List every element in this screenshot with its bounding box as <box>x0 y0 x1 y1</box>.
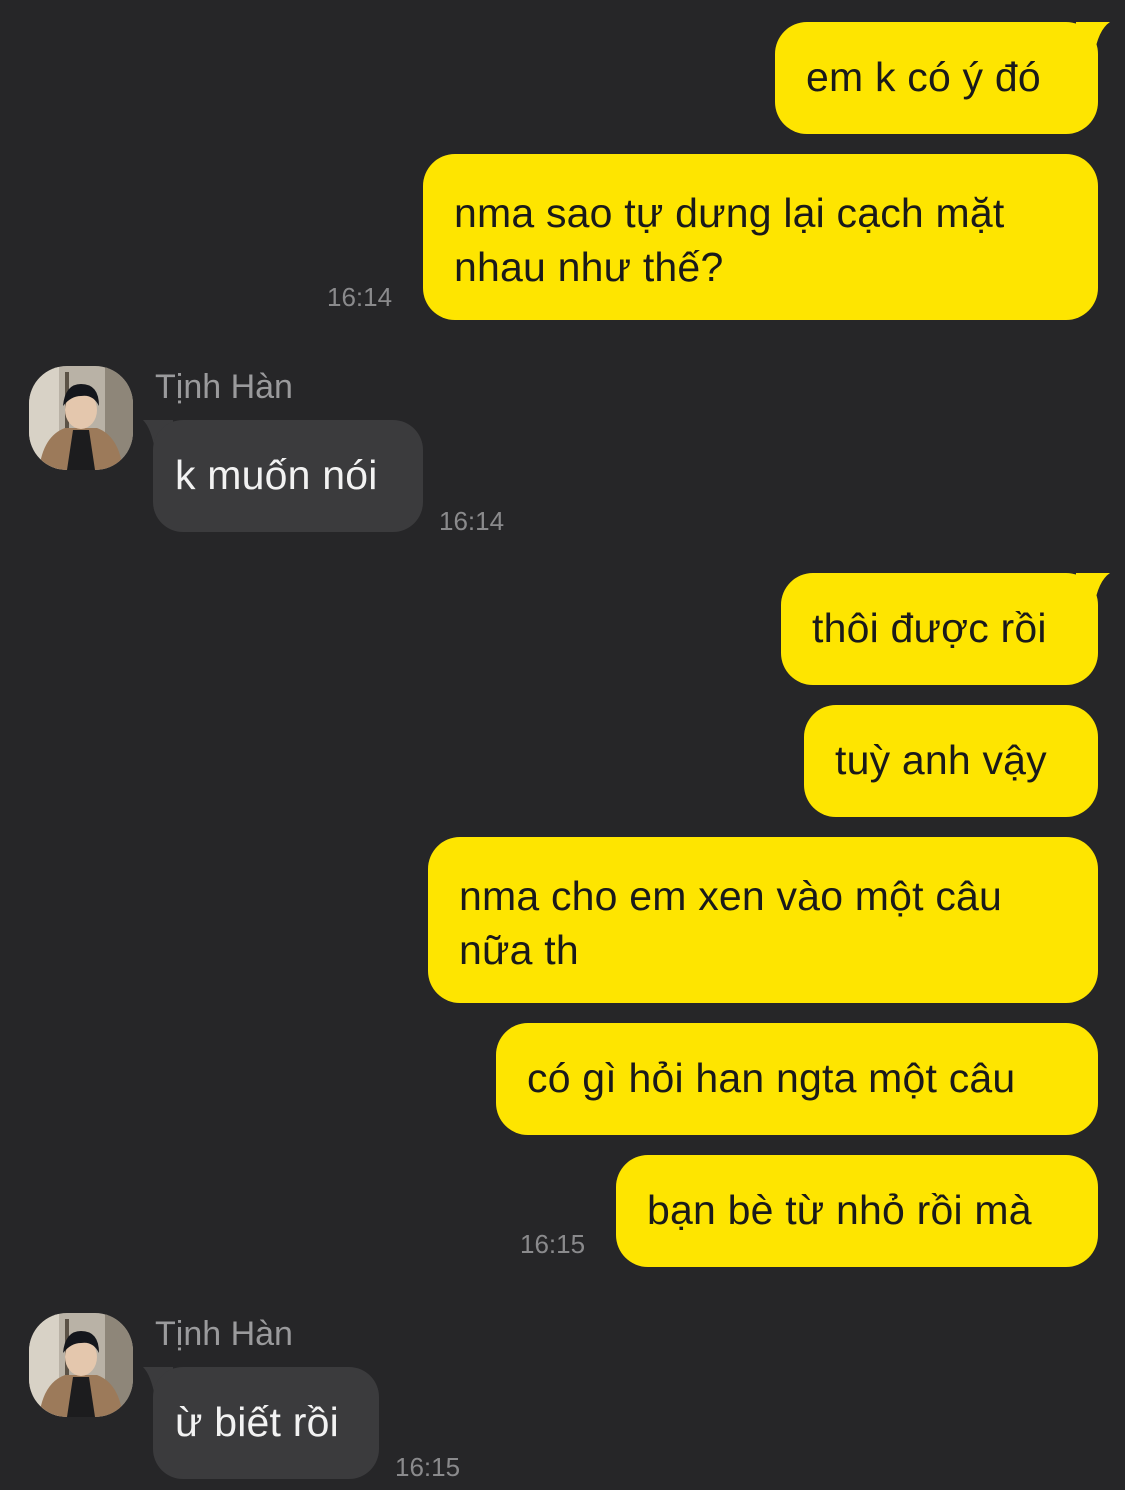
outgoing-message[interactable]: có gì hỏi han ngta một câu <box>496 1023 1098 1135</box>
incoming-message[interactable]: k muốn nói <box>153 420 423 532</box>
bubble-tail-icon <box>1076 573 1110 607</box>
outgoing-message[interactable]: tuỳ anh vậy <box>804 705 1098 817</box>
message-text: thôi được rồi <box>812 605 1047 651</box>
message-timestamp: 16:15 <box>520 1229 586 1259</box>
message-line: nma cho em xen vào một câu <box>459 873 1003 919</box>
incoming-message[interactable]: ừ biết rồi <box>153 1367 379 1479</box>
message-text: bạn bè từ nhỏ rồi mà <box>647 1187 1032 1233</box>
message-text: tuỳ anh vậy <box>835 737 1047 783</box>
contact-avatar[interactable] <box>29 366 133 470</box>
sender-name: Tịnh Hàn <box>155 368 293 406</box>
message-text: ừ biết rồi <box>175 1399 339 1445</box>
message-text: có gì hỏi han ngta một câu <box>527 1055 1016 1101</box>
outgoing-message[interactable]: nma sao tự dưng lại cạch mặt nhau như th… <box>423 154 1098 320</box>
message-text: em k có ý đó <box>806 54 1041 100</box>
outgoing-message[interactable]: em k có ý đó <box>775 22 1098 134</box>
sender-name: Tịnh Hàn <box>155 1315 293 1353</box>
message-line: nma sao tự dưng lại cạch mặt <box>454 190 1005 236</box>
avatar-photo-icon <box>29 1313 133 1417</box>
chat-screen: em k có ý đó nma sao tự dưng lại cạch mặ… <box>0 0 1125 1490</box>
message-line: nữa th <box>459 927 579 973</box>
message-text: k muốn nói <box>175 452 378 498</box>
message-line: nhau như thế? <box>454 244 724 290</box>
contact-avatar[interactable] <box>29 1313 133 1417</box>
outgoing-message[interactable]: thôi được rồi <box>781 573 1098 685</box>
outgoing-message[interactable]: bạn bè từ nhỏ rồi mà <box>616 1155 1098 1267</box>
outgoing-message[interactable]: nma cho em xen vào một câu nữa th <box>428 837 1098 1003</box>
message-timestamp: 16:14 <box>439 506 505 536</box>
bubble-tail-icon <box>1076 22 1110 56</box>
message-timestamp: 16:15 <box>395 1452 461 1482</box>
avatar-photo-icon <box>29 366 133 470</box>
message-timestamp: 16:14 <box>327 282 393 312</box>
